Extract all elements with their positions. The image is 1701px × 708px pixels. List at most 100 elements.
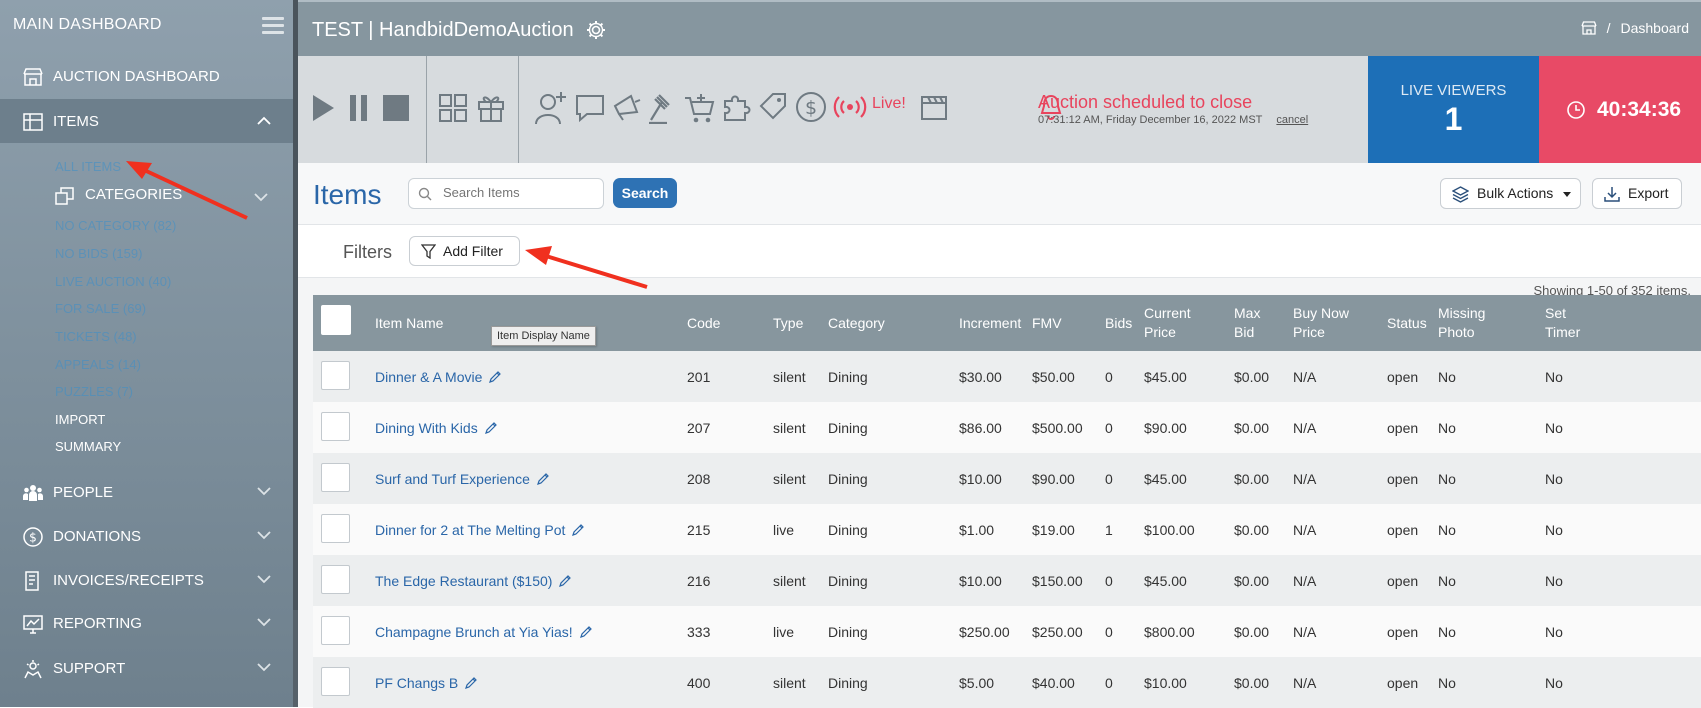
chat-icon[interactable] bbox=[575, 93, 605, 123]
sidebar-item-people[interactable]: PEOPLE bbox=[0, 470, 293, 514]
add-user-icon[interactable] bbox=[534, 90, 568, 126]
item-name-link[interactable]: The Edge Restaurant ($150) bbox=[375, 573, 572, 589]
pencil-icon[interactable] bbox=[536, 472, 550, 486]
pause-icon[interactable] bbox=[348, 93, 370, 123]
tag-icon[interactable] bbox=[758, 92, 788, 122]
grid-icon[interactable] bbox=[439, 94, 467, 122]
sub-item-import[interactable]: IMPORT bbox=[55, 412, 105, 427]
item-name-text[interactable]: Dining With Kids bbox=[375, 420, 478, 436]
megaphone-icon[interactable] bbox=[611, 92, 641, 122]
gift-icon[interactable] bbox=[477, 92, 505, 122]
col-set-timer[interactable]: Set Timer bbox=[1545, 295, 1580, 351]
col-increment[interactable]: Increment bbox=[959, 295, 1021, 351]
category-link[interactable]: TICKETS (48) bbox=[55, 329, 137, 344]
category-link[interactable]: NO BIDS (159) bbox=[55, 246, 142, 261]
item-name-text[interactable]: The Edge Restaurant ($150) bbox=[375, 573, 552, 589]
row-checkbox[interactable] bbox=[321, 412, 350, 441]
col-type[interactable]: Type bbox=[773, 295, 803, 351]
select-all-checkbox[interactable] bbox=[321, 305, 351, 335]
category-link[interactable]: FOR SALE (69) bbox=[55, 301, 146, 316]
export-button[interactable]: Export bbox=[1592, 178, 1682, 209]
live-label[interactable]: Live! bbox=[872, 95, 906, 113]
chevron-up-icon[interactable] bbox=[257, 116, 271, 125]
pencil-icon[interactable] bbox=[571, 523, 585, 537]
storefront-icon[interactable] bbox=[1581, 21, 1597, 35]
col-status[interactable]: Status bbox=[1387, 295, 1427, 351]
sidebar-item-reporting[interactable]: REPORTING bbox=[0, 601, 293, 645]
col-missing-photo[interactable]: Missing Photo bbox=[1438, 295, 1485, 351]
gear-icon[interactable] bbox=[585, 19, 607, 41]
add-filter-button[interactable]: Add Filter bbox=[409, 236, 520, 266]
pencil-icon[interactable] bbox=[464, 676, 478, 690]
col-item-name[interactable]: Item Name bbox=[375, 295, 443, 351]
col-category[interactable]: Category bbox=[828, 295, 885, 351]
col-max-bid[interactable]: Max Bid bbox=[1234, 295, 1260, 351]
chevron-down-icon[interactable] bbox=[257, 487, 271, 496]
item-name-link[interactable]: Surf and Turf Experience bbox=[375, 471, 550, 487]
category-link[interactable]: LIVE AUCTION (40) bbox=[55, 274, 171, 289]
item-name-link[interactable]: Champagne Brunch at Yia Yias! bbox=[375, 624, 593, 640]
item-name-link[interactable]: Dining With Kids bbox=[375, 420, 498, 436]
col-fmv[interactable]: FMV bbox=[1032, 295, 1062, 351]
item-name-text[interactable]: Dinner & A Movie bbox=[375, 369, 482, 385]
category-link[interactable]: PUZZLES (7) bbox=[55, 384, 133, 399]
pencil-icon[interactable] bbox=[488, 370, 502, 384]
col-code[interactable]: Code bbox=[687, 295, 720, 351]
row-checkbox[interactable] bbox=[321, 361, 350, 390]
chevron-down-icon[interactable] bbox=[257, 531, 271, 540]
pencil-icon[interactable] bbox=[558, 574, 572, 588]
cancel-link[interactable]: cancel bbox=[1276, 114, 1308, 126]
sub-item-all-items[interactable]: ALL ITEMS bbox=[55, 159, 121, 174]
item-name-text[interactable]: Dinner for 2 at The Melting Pot bbox=[375, 522, 565, 538]
chevron-down-icon[interactable] bbox=[254, 193, 268, 202]
pencil-icon[interactable] bbox=[484, 421, 498, 435]
item-name-text[interactable]: Surf and Turf Experience bbox=[375, 471, 530, 487]
sub-item-categories[interactable]: CATEGORIES bbox=[85, 186, 182, 203]
bulk-actions-button[interactable]: Bulk Actions bbox=[1440, 178, 1581, 209]
tooltip: Item Display Name bbox=[491, 326, 596, 346]
row-checkbox[interactable] bbox=[321, 616, 350, 645]
dollar-circle-icon[interactable]: $ bbox=[795, 91, 827, 123]
gavel-icon[interactable] bbox=[647, 92, 677, 124]
sidebar-item-items[interactable]: ITEMS bbox=[0, 99, 293, 143]
broadcast-icon[interactable] bbox=[833, 94, 867, 120]
row-checkbox[interactable] bbox=[321, 514, 350, 543]
sidebar-item-invoices[interactable]: INVOICES/RECEIPTS bbox=[0, 558, 293, 602]
row-checkbox[interactable] bbox=[321, 565, 350, 594]
item-name-text[interactable]: Champagne Brunch at Yia Yias! bbox=[375, 624, 573, 640]
sidebar-item-support[interactable]: SUPPORT bbox=[0, 646, 293, 690]
item-name-text[interactable]: PF Changs B bbox=[375, 675, 458, 691]
item-name-link[interactable]: Dinner for 2 at The Melting Pot bbox=[375, 522, 585, 538]
category-link[interactable]: NO CATEGORY (82) bbox=[55, 218, 176, 233]
sidebar-item-donations[interactable]: $ DONATIONS bbox=[0, 514, 293, 558]
pencil-icon[interactable] bbox=[579, 625, 593, 639]
cart-icon[interactable] bbox=[684, 92, 716, 124]
chevron-down-icon[interactable] bbox=[257, 575, 271, 584]
puzzle-icon[interactable] bbox=[722, 92, 752, 122]
hamburger-menu-icon[interactable] bbox=[262, 17, 284, 35]
item-name-link[interactable]: Dinner & A Movie bbox=[375, 369, 502, 385]
row-checkbox[interactable] bbox=[321, 463, 350, 492]
cell-increment: $1.00 bbox=[959, 521, 995, 538]
cell-status: open bbox=[1387, 470, 1419, 487]
row-checkbox[interactable] bbox=[321, 667, 350, 696]
clapperboard-icon[interactable] bbox=[920, 93, 948, 121]
category-link[interactable]: APPEALS (14) bbox=[55, 357, 141, 372]
cell-increment: $10.00 bbox=[959, 572, 1002, 589]
sub-item-summary[interactable]: SUMMARY bbox=[55, 439, 121, 454]
breadcrumb-dashboard[interactable]: Dashboard bbox=[1621, 20, 1690, 36]
cell-type: silent bbox=[773, 572, 806, 589]
play-icon[interactable] bbox=[310, 93, 336, 123]
sidebar-item-auction-dashboard[interactable]: AUCTION DASHBOARD bbox=[0, 54, 293, 98]
stop-icon[interactable] bbox=[382, 93, 410, 123]
col-buy-now-price[interactable]: Buy Now Price bbox=[1293, 295, 1349, 351]
col-current-price[interactable]: Current Price bbox=[1144, 295, 1191, 351]
chevron-down-icon[interactable] bbox=[257, 663, 271, 672]
search-input[interactable] bbox=[443, 185, 593, 200]
cell-fmv: $90.00 bbox=[1032, 470, 1075, 487]
col-max-bid-line1: Max bbox=[1234, 305, 1261, 321]
chevron-down-icon[interactable] bbox=[257, 618, 271, 627]
col-bids[interactable]: Bids bbox=[1105, 295, 1132, 351]
item-name-link[interactable]: PF Changs B bbox=[375, 675, 478, 691]
search-button[interactable]: Search bbox=[613, 178, 677, 208]
